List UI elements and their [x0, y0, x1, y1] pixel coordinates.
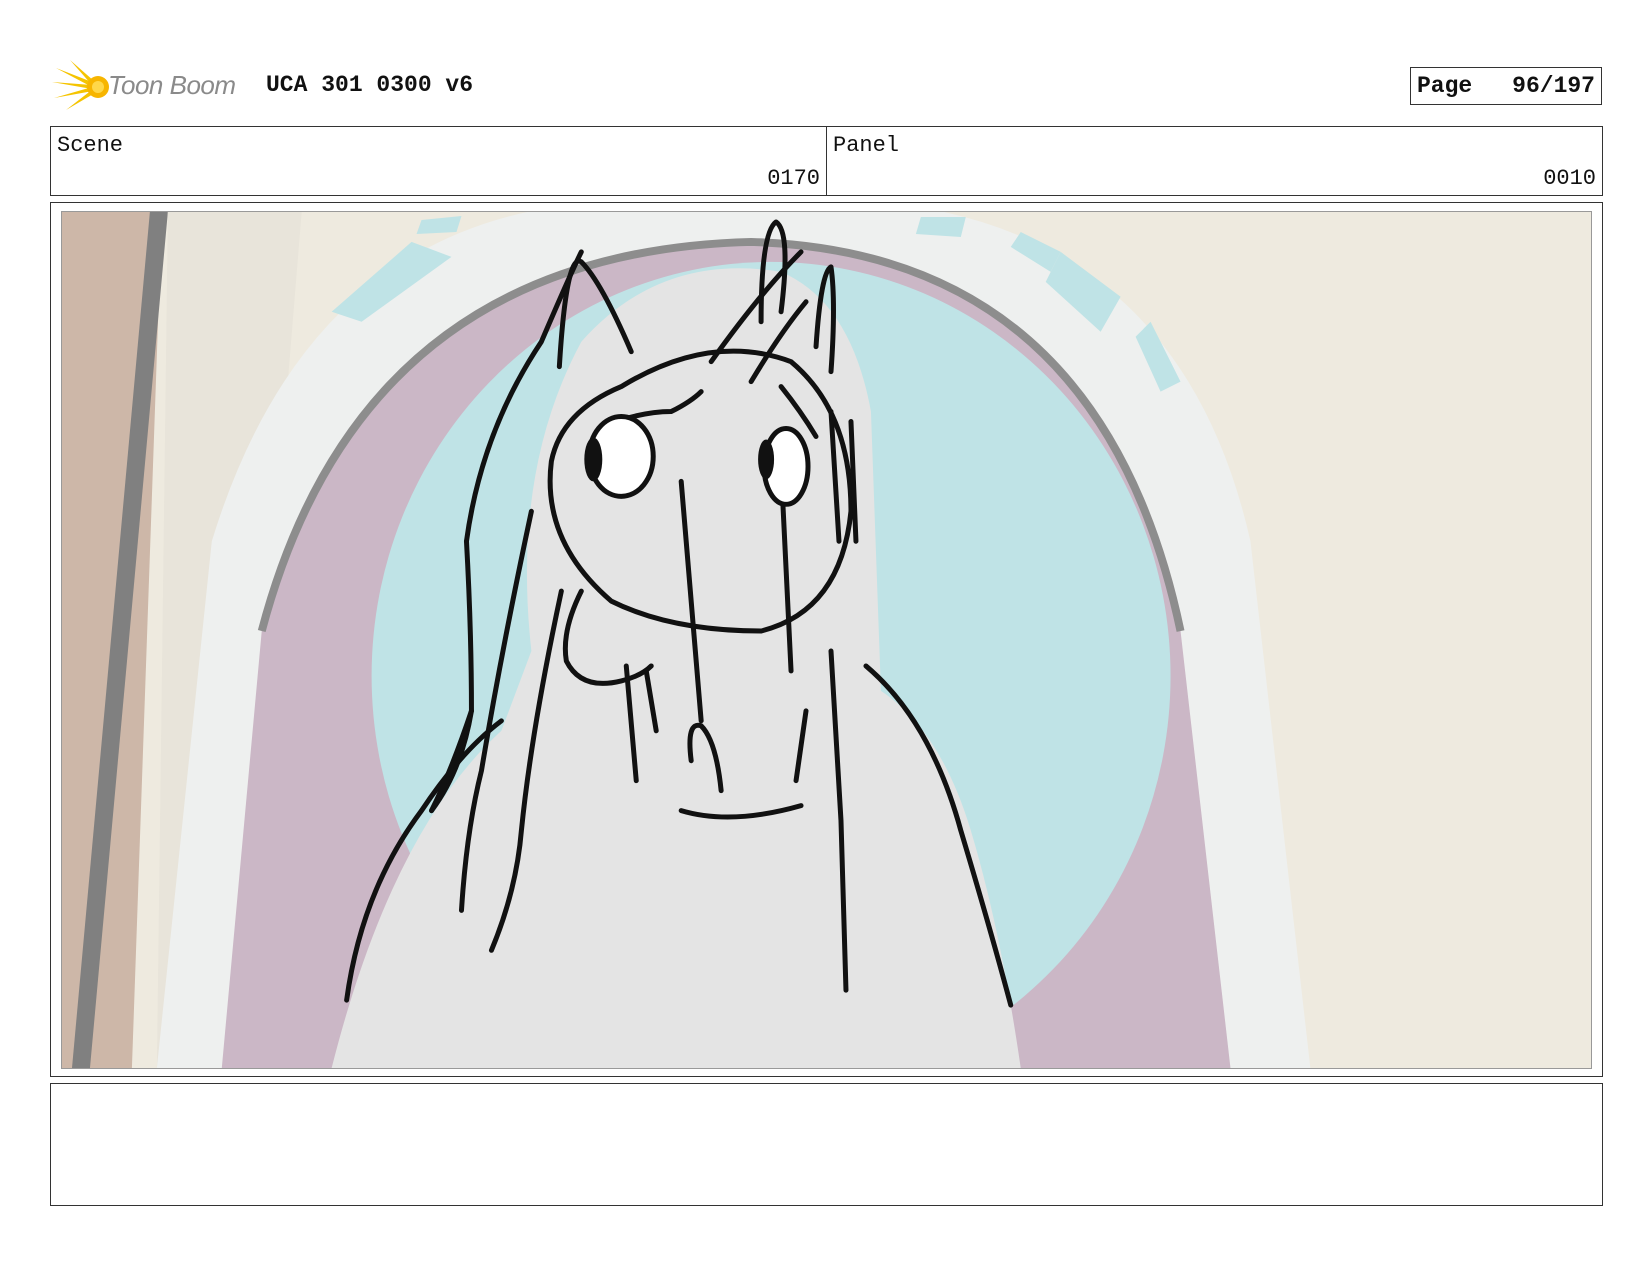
panel-notes-box — [50, 1083, 1603, 1206]
scene-cell: Scene 0170 — [51, 127, 826, 195]
panel-number: 0010 — [1543, 166, 1596, 191]
page-label: Page — [1417, 73, 1473, 99]
scene-panel-row: Scene 0170 Panel 0010 — [50, 126, 1603, 196]
scene-number: 0170 — [767, 166, 820, 191]
panel-label: Panel — [833, 133, 900, 158]
page-number: 96/197 — [1512, 73, 1595, 99]
toon-boom-starburst-icon — [52, 60, 109, 110]
document-title: UCA 301 0300 v6 — [266, 72, 474, 98]
brand-name: Toon Boom — [108, 70, 236, 100]
page-indicator: Page 96/197 — [1410, 67, 1602, 105]
scene-label: Scene — [57, 133, 124, 158]
panel-cell: Panel 0010 — [826, 127, 1602, 195]
storyboard-drawing — [61, 211, 1592, 1069]
horse-sketch-illustration — [62, 212, 1591, 1068]
